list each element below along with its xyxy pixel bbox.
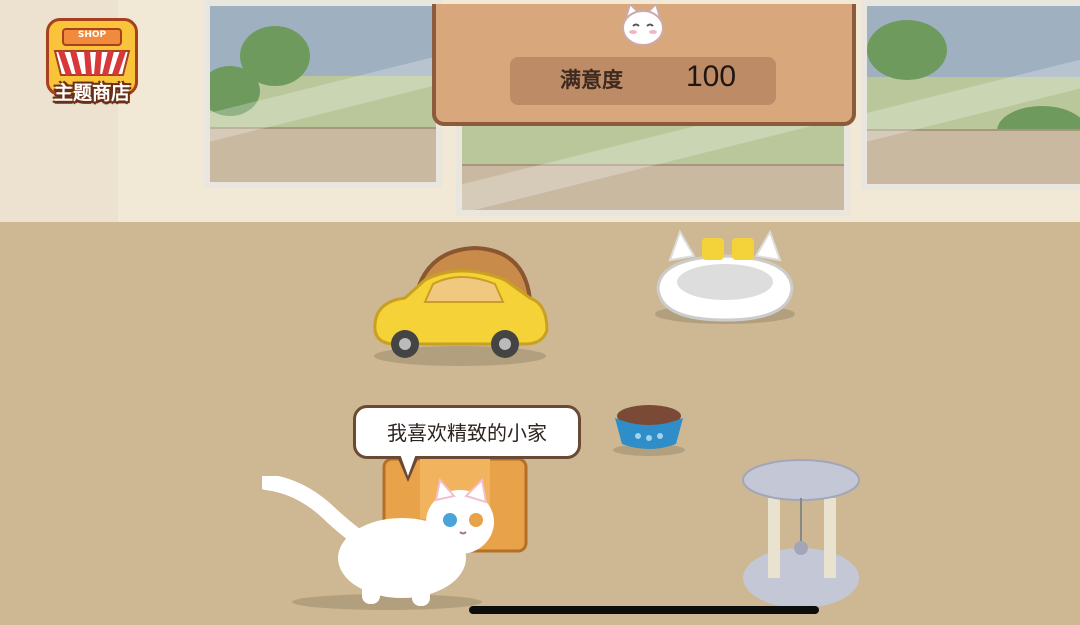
satisfaction-bar [510, 57, 776, 105]
speech-bubble-text: 我喜欢精致的小家 [387, 421, 547, 445]
toy-car[interactable] [365, 240, 555, 370]
satisfaction-value: 100 [686, 60, 737, 93]
shop-label: 主题商店 [53, 82, 130, 104]
window-left [204, 0, 442, 188]
home-indicator[interactable] [469, 606, 819, 614]
speech-bubble-tail-fill [400, 454, 416, 476]
cat-face-icon [622, 4, 664, 46]
window-right [861, 0, 1080, 190]
cat[interactable] [262, 476, 502, 611]
theme-shop-button[interactable]: SHOP 主题商店 [37, 18, 147, 118]
food-bowl[interactable] [608, 400, 690, 458]
cat-bed[interactable] [650, 228, 800, 328]
satisfaction-label: 满意度 [560, 68, 623, 92]
cat-tree[interactable] [740, 458, 862, 614]
game-scene: SHOP 主题商店 满意度 100 我喜欢精致的小家 [0, 0, 1080, 625]
shop-sign-text: SHOP [77, 30, 107, 40]
satisfaction-sign: 满意度 100 [432, 0, 856, 128]
